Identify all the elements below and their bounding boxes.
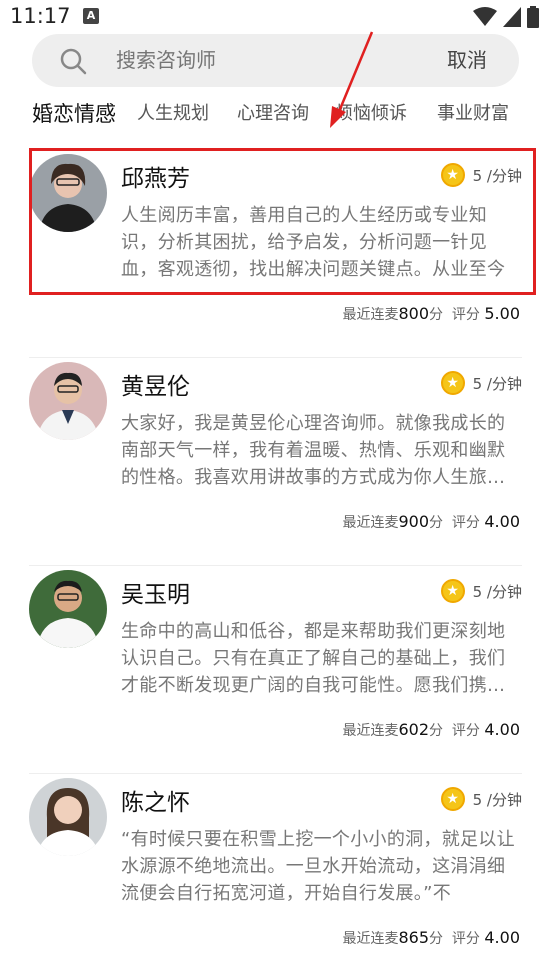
- recent-value: 602: [398, 720, 430, 739]
- signal-icon: [503, 7, 521, 27]
- consultant-description: 大家好，我是黄昱伦心理咨询师。就像我成长的南部天气一样，我有着温暖、热情、乐观和…: [121, 413, 506, 488]
- tab-troubles-talk[interactable]: 烦恼倾诉: [335, 96, 407, 132]
- consultant-card[interactable]: 黄昱伦 ★ 5 /分钟 大家好，我是黄昱伦心理咨询师。就像我成长的南部天气一样，…: [29, 358, 522, 566]
- recent-unit: 分: [429, 515, 444, 531]
- coin-icon: ★: [440, 787, 465, 811]
- recent-label: 最近连麦: [342, 307, 399, 323]
- consultant-description: 人生阅历丰富，善用自己的人生经历或专业知识，分析其困扰，给予启发，分析问题一针见…: [121, 205, 506, 280]
- consultant-description: 生命中的高山和低谷，都是来帮助我们更深刻地认识自己。只有在真正了解自己的基础上，…: [121, 621, 506, 696]
- rate: ★ 5 /分钟: [440, 786, 522, 812]
- search-bar: 取消: [32, 34, 519, 87]
- score-value: 5.00: [484, 304, 520, 323]
- consultant-name: 吴玉明: [121, 582, 190, 608]
- score-label: 评分: [451, 931, 480, 947]
- avatar[interactable]: [29, 778, 107, 856]
- recent-label: 最近连麦: [342, 931, 399, 947]
- score-value: 4.00: [484, 512, 520, 531]
- tab-life-planning[interactable]: 人生规划: [137, 96, 209, 132]
- recent-unit: 分: [429, 307, 444, 323]
- rate: ★ 5 /分钟: [440, 578, 522, 604]
- avatar[interactable]: [29, 362, 107, 440]
- consultant-stats: 最近连麦900分 评分 4.00: [342, 512, 520, 532]
- search-icon[interactable]: [59, 47, 87, 75]
- recent-label: 最近连麦: [342, 723, 399, 739]
- consultant-stats: 最近连麦800分 评分 5.00: [342, 304, 520, 324]
- consultant-card[interactable]: 邱燕芳 ★ 5 /分钟 人生阅历丰富，善用自己的人生经历或专业知识，分析其困扰，…: [29, 150, 522, 358]
- rate: ★ 5 /分钟: [440, 162, 522, 188]
- recent-value: 865: [398, 928, 430, 947]
- avatar[interactable]: [29, 154, 107, 232]
- avatar[interactable]: [29, 570, 107, 648]
- score-value: 4.00: [484, 720, 520, 739]
- coin-icon: ★: [440, 371, 465, 395]
- consultant-card[interactable]: 陈之怀 ★ 5 /分钟 “有时候只要在积雪上挖一个小小的洞，就足以让水源源不绝地…: [29, 774, 522, 976]
- consultant-description: “有时候只要在积雪上挖一个小小的洞，就足以让水源源不绝地流出。一旦水开始流动，这…: [121, 829, 515, 904]
- tab-marriage-emotion[interactable]: 婚恋情感: [32, 96, 116, 132]
- recent-value: 800: [398, 304, 430, 323]
- recent-unit: 分: [429, 931, 444, 947]
- rate: ★ 5 /分钟: [440, 370, 522, 396]
- status-time: 11:17: [10, 4, 71, 28]
- score-label: 评分: [451, 515, 480, 531]
- consultant-name: 黄昱伦: [121, 374, 190, 400]
- recent-unit: 分: [429, 723, 444, 739]
- category-tabs: 婚恋情感 人生规划 心理咨询 烦恼倾诉 事业财富: [0, 96, 551, 132]
- coin-icon: ★: [440, 163, 465, 187]
- recent-value: 900: [398, 512, 430, 531]
- rate-text: 5 /分钟: [472, 790, 522, 809]
- consultant-stats: 最近连麦865分 评分 4.00: [342, 928, 520, 948]
- tab-career-wealth[interactable]: 事业财富: [437, 96, 509, 132]
- score-label: 评分: [451, 723, 480, 739]
- cancel-button[interactable]: 取消: [447, 34, 487, 87]
- consultant-stats: 最近连麦602分 评分 4.00: [342, 720, 520, 740]
- tab-psychological-consulting[interactable]: 心理咨询: [237, 96, 309, 132]
- score-value: 4.00: [484, 928, 520, 947]
- status-bar: 11:17 A: [0, 0, 551, 34]
- score-label: 评分: [451, 307, 480, 323]
- status-icons: [473, 6, 539, 28]
- recent-label: 最近连麦: [342, 515, 399, 531]
- rate-text: 5 /分钟: [472, 166, 522, 185]
- coin-icon: ★: [440, 579, 465, 603]
- consultant-card[interactable]: 吴玉明 ★ 5 /分钟 生命中的高山和低谷，都是来帮助我们更深刻地认识自己。只有…: [29, 566, 522, 774]
- rate-text: 5 /分钟: [472, 374, 522, 393]
- consultant-name: 陈之怀: [121, 790, 190, 816]
- search-input[interactable]: [116, 34, 396, 87]
- rate-text: 5 /分钟: [472, 582, 522, 601]
- battery-icon: [527, 6, 539, 28]
- notification-a-icon: A: [83, 8, 99, 24]
- consultant-name: 邱燕芳: [121, 166, 190, 192]
- wifi-icon: [473, 7, 497, 26]
